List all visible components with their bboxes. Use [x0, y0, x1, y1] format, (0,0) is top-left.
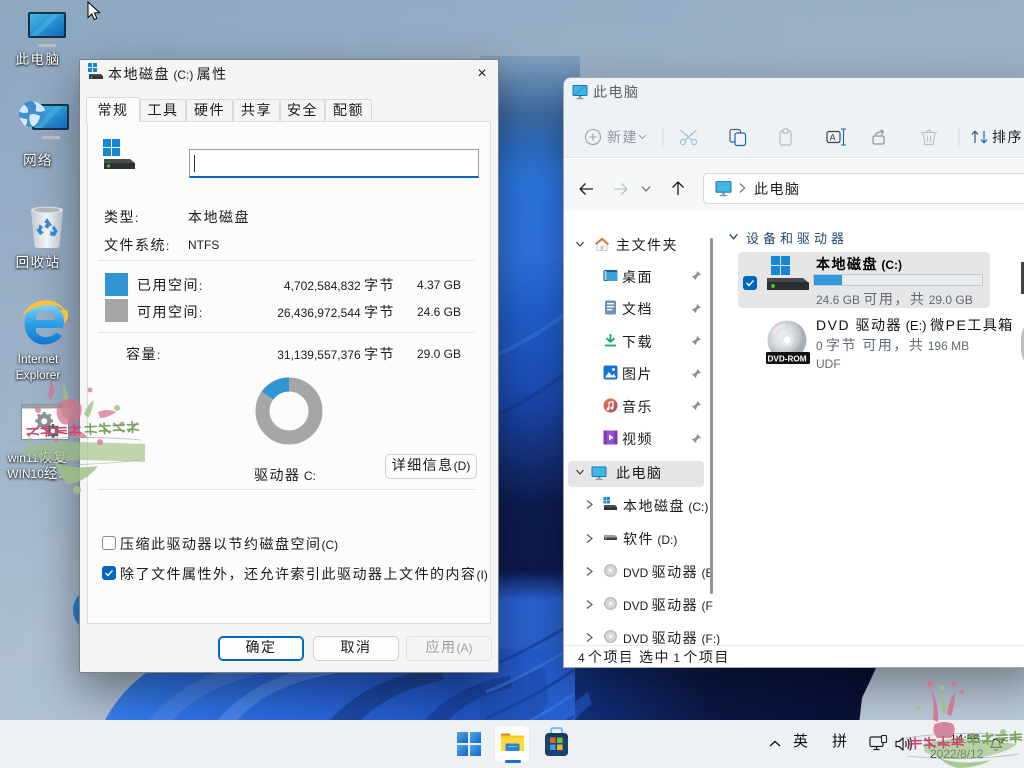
svg-text:A: A: [830, 133, 836, 143]
svg-text:DVD-ROM: DVD-ROM: [768, 354, 807, 363]
